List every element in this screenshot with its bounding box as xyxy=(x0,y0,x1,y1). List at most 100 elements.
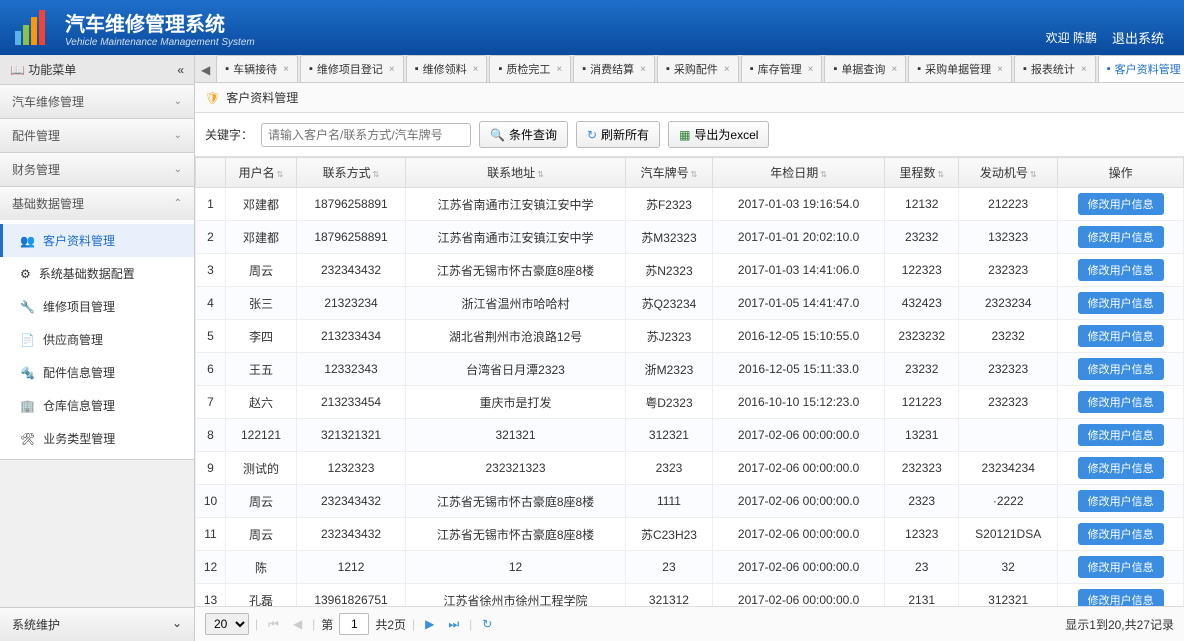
column-header[interactable]: 用户名⇅ xyxy=(226,158,297,188)
column-header[interactable]: 里程数⇅ xyxy=(885,158,959,188)
prev-page-button[interactable]: ◀ xyxy=(289,615,306,633)
close-icon[interactable]: × xyxy=(283,64,289,75)
cell-action: 修改用户信息 xyxy=(1058,353,1184,386)
export-button[interactable]: ▦导出为excel xyxy=(668,121,769,148)
table-row[interactable]: 4张三21323234浙江省温州市哈哈村苏Q232342017-01-05 14… xyxy=(196,287,1184,320)
cell: 2017-02-06 00:00:00.0 xyxy=(712,518,884,551)
edit-user-button[interactable]: 修改用户信息 xyxy=(1078,391,1164,413)
table-row[interactable]: 9测试的123232323232132323232017-02-06 00:00… xyxy=(196,452,1184,485)
tab[interactable]: ▪维修项目登记× xyxy=(300,55,404,82)
cell: 23232 xyxy=(885,221,959,254)
logout-link[interactable]: 退出系统 xyxy=(1112,28,1164,47)
cell: 周云 xyxy=(226,254,297,287)
edit-user-button[interactable]: 修改用户信息 xyxy=(1078,325,1164,347)
tab[interactable]: ▪车辆接待× xyxy=(216,55,298,82)
cell: 2017-01-03 14:41:06.0 xyxy=(712,254,884,287)
column-header[interactable]: 发动机号⇅ xyxy=(959,158,1058,188)
sidebar-footer-item[interactable]: 系统维护 ⌄ xyxy=(0,607,194,641)
reload-button[interactable]: ↻ xyxy=(478,615,496,633)
table-row[interactable]: 7赵六213233454重庆市是打发粤D23232016-10-10 15:12… xyxy=(196,386,1184,419)
cell: 312321 xyxy=(959,584,1058,607)
column-header[interactable]: 联系方式⇅ xyxy=(297,158,406,188)
chevron-up-icon: ⌃ xyxy=(174,198,182,209)
table-row[interactable]: 13孔磊13961826751江苏省徐州市徐州工程学院3213122017-02… xyxy=(196,584,1184,607)
page-input[interactable] xyxy=(339,613,369,635)
tab-icon: ▪ xyxy=(415,63,419,75)
keyword-input[interactable] xyxy=(261,123,471,147)
nav-item[interactable]: 🛠业务类型管理 xyxy=(0,422,194,455)
cell: 23 xyxy=(885,551,959,584)
search-button[interactable]: 🔍条件查询 xyxy=(479,121,568,148)
edit-user-button[interactable]: 修改用户信息 xyxy=(1078,490,1164,512)
nav-item[interactable]: 🏢仓库信息管理 xyxy=(0,389,194,422)
cell: 江苏省南通市江安镇江安中学 xyxy=(406,188,626,221)
close-icon[interactable]: × xyxy=(997,64,1003,75)
table-row[interactable]: 6王五12332343台湾省日月潭2323浙M23232016-12-05 15… xyxy=(196,353,1184,386)
nav-item[interactable]: ⚙系统基础数据配置 xyxy=(0,257,194,290)
tab[interactable]: ▪采购配件× xyxy=(657,55,739,82)
page-size-select[interactable]: 20 xyxy=(205,613,249,635)
cell: 2016-12-05 15:10:55.0 xyxy=(712,320,884,353)
cell: 2323 xyxy=(885,485,959,518)
table-row[interactable]: 81221213213213213213213123212017-02-06 0… xyxy=(196,419,1184,452)
collapse-sidebar-icon[interactable]: « xyxy=(177,63,184,77)
book-icon: 📖 xyxy=(10,63,25,77)
tab[interactable]: ▪库存管理× xyxy=(741,55,823,82)
close-icon[interactable]: × xyxy=(389,64,395,75)
next-page-button[interactable]: ▶ xyxy=(421,615,438,633)
close-icon[interactable]: × xyxy=(556,64,562,75)
tab[interactable]: ▪采购单据管理× xyxy=(908,55,1012,82)
nav-item[interactable]: 🔩配件信息管理 xyxy=(0,356,194,389)
table-row[interactable]: 1邓建都18796258891江苏省南通市江安镇江安中学苏F23232017-0… xyxy=(196,188,1184,221)
tab[interactable]: ▪质检完工× xyxy=(489,55,571,82)
total-pages-label: 共2页 xyxy=(375,616,406,633)
column-header[interactable] xyxy=(196,158,226,188)
first-page-button[interactable]: ⏮ xyxy=(264,615,283,634)
edit-user-button[interactable]: 修改用户信息 xyxy=(1078,457,1164,479)
table-row[interactable]: 2邓建都18796258891江苏省南通市江安镇江安中学苏M323232017-… xyxy=(196,221,1184,254)
table-row[interactable]: 12陈121212232017-02-06 00:00:00.02332修改用户… xyxy=(196,551,1184,584)
cell: 23232 xyxy=(885,353,959,386)
tab[interactable]: ▪维修领料× xyxy=(406,55,488,82)
tab[interactable]: ▪单据查询× xyxy=(824,55,906,82)
nav-item[interactable]: 🔧维修项目管理 xyxy=(0,290,194,323)
edit-user-button[interactable]: 修改用户信息 xyxy=(1078,226,1164,248)
column-header[interactable]: 汽车牌号⇅ xyxy=(626,158,713,188)
close-icon[interactable]: × xyxy=(891,64,897,75)
column-header[interactable]: 年检日期⇅ xyxy=(712,158,884,188)
table-row[interactable]: 10周云232343432江苏省无锡市怀古豪庭8座8楼11112017-02-0… xyxy=(196,485,1184,518)
nav-item[interactable]: 📄供应商管理 xyxy=(0,323,194,356)
nav-item[interactable]: 👥客户资料管理 xyxy=(0,224,194,257)
edit-user-button[interactable]: 修改用户信息 xyxy=(1078,292,1164,314)
close-icon[interactable]: × xyxy=(473,64,479,75)
cell-action: 修改用户信息 xyxy=(1058,452,1184,485)
column-header[interactable]: 联系地址⇅ xyxy=(406,158,626,188)
accordion-header[interactable]: 基础数据管理⌃ xyxy=(0,187,194,220)
edit-user-button[interactable]: 修改用户信息 xyxy=(1078,556,1164,578)
accordion-header[interactable]: 财务管理⌄ xyxy=(0,153,194,186)
edit-user-button[interactable]: 修改用户信息 xyxy=(1078,523,1164,545)
edit-user-button[interactable]: 修改用户信息 xyxy=(1078,589,1164,606)
table-row[interactable]: 11周云232343432江苏省无锡市怀古豪庭8座8楼苏C23H232017-0… xyxy=(196,518,1184,551)
accordion-header[interactable]: 配件管理⌄ xyxy=(0,119,194,152)
table-row[interactable]: 5李四213233434湖北省荆州市沧浪路12号苏J23232016-12-05… xyxy=(196,320,1184,353)
cell: 122323 xyxy=(885,254,959,287)
close-icon[interactable]: × xyxy=(724,64,730,75)
edit-user-button[interactable]: 修改用户信息 xyxy=(1078,259,1164,281)
close-icon[interactable]: × xyxy=(640,64,646,75)
tab[interactable]: ▪报表统计× xyxy=(1014,55,1096,82)
tab[interactable]: ▪客户资料管理× xyxy=(1098,55,1184,82)
cell: 孔磊 xyxy=(226,584,297,607)
close-icon[interactable]: × xyxy=(808,64,814,75)
last-page-button[interactable]: ⏭ xyxy=(444,615,463,634)
edit-user-button[interactable]: 修改用户信息 xyxy=(1078,424,1164,446)
edit-user-button[interactable]: 修改用户信息 xyxy=(1078,358,1164,380)
close-icon[interactable]: × xyxy=(1081,64,1087,75)
accordion-header[interactable]: 汽车维修管理⌄ xyxy=(0,85,194,118)
column-header[interactable]: 操作 xyxy=(1058,158,1184,188)
table-row[interactable]: 3周云232343432江苏省无锡市怀古豪庭8座8楼苏N23232017-01-… xyxy=(196,254,1184,287)
tab[interactable]: ▪消费结算× xyxy=(573,55,655,82)
edit-user-button[interactable]: 修改用户信息 xyxy=(1078,193,1164,215)
tab-scroll-left[interactable]: ◀ xyxy=(195,58,216,82)
refresh-button[interactable]: ↻刷新所有 xyxy=(576,121,660,148)
